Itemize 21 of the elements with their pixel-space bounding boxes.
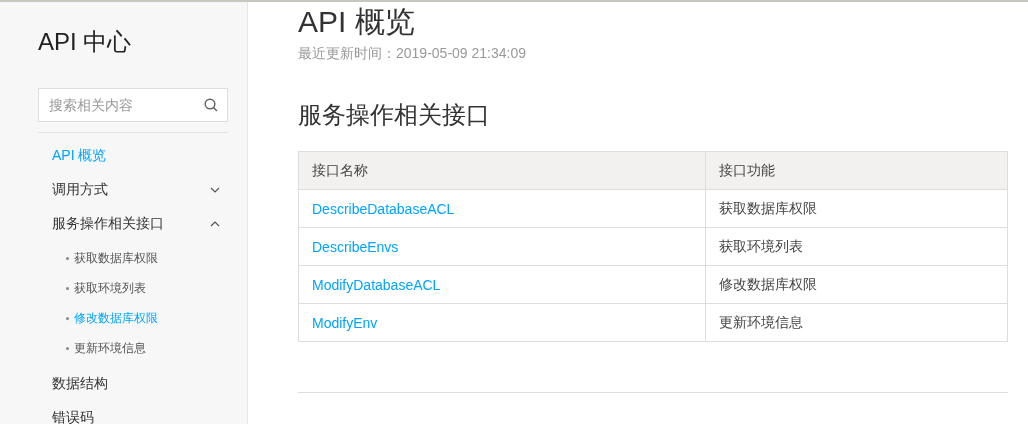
table-cell: 获取数据库权限 (705, 189, 1008, 228)
chevron-down-icon (210, 187, 220, 193)
update-time: 最近更新时间：2019-05-09 21:34:09 (298, 45, 527, 63)
search-icon[interactable] (204, 98, 218, 112)
search-field[interactable]: 搜索相关内容 (38, 88, 228, 122)
table-cell: 修改数据库权限 (705, 265, 1008, 304)
nav-subitem[interactable]: 更新环境信息 (38, 333, 228, 363)
page-title: API 概览 (298, 4, 416, 40)
chevron-up-icon (210, 221, 220, 227)
nav-subitem[interactable]: 获取数据库权限 (38, 243, 228, 273)
column-header: 接口功能 (705, 151, 1008, 190)
table-cell: 获取环境列表 (705, 227, 1008, 266)
nav-item[interactable]: 数据结构 (38, 367, 228, 401)
nav-item[interactable]: 错误码 (38, 401, 228, 424)
column-header: 接口名称 (298, 151, 706, 190)
nav-subitem[interactable]: 获取环境列表 (38, 273, 228, 303)
nav-item[interactable]: 服务操作相关接口 (38, 207, 228, 241)
table-cell: 更新环境信息 (705, 303, 1008, 342)
section-heading: 服务操作相关接口 (298, 100, 491, 130)
sidebar-title: API 中心 (38, 27, 133, 57)
nav-item[interactable]: 调用方式 (38, 173, 228, 207)
